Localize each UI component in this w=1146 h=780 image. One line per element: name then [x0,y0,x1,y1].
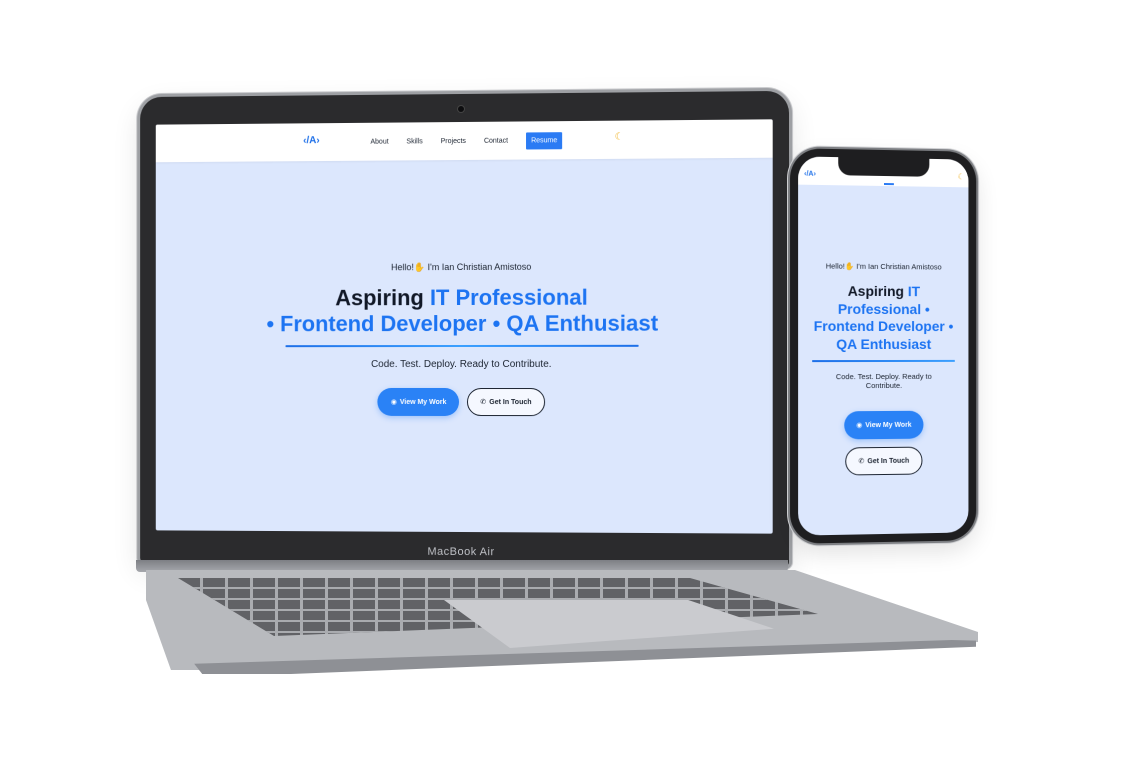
laptop-hero: Hello!✋ I'm Ian Christian Amistoso Aspir… [156,261,773,417]
phone-wave-icon: ✋ [844,261,855,271]
nav-link-skills[interactable]: Skills [407,138,423,145]
title-highlight: IT Professional [429,284,588,311]
menu-indicator[interactable] [884,183,894,186]
phone-view-my-work-label: View My Work [865,421,912,430]
phone-icon: ✆ [858,458,865,466]
laptop-brand-label: MacBook Air [427,545,495,559]
resume-button[interactable]: Resume [526,132,563,150]
phone-icon: ✆ [480,398,487,406]
phone-get-in-touch-label: Get In Touch [867,457,910,466]
device-mockup-stage: ‹/A› About Skills Projects Contact Resum… [0,0,1146,780]
wave-icon: ✋ [413,262,426,273]
phone-hero-tagline: Code. Test. Deploy. Ready to Contribute. [835,371,932,391]
hero-greeting: Hello!✋ I'm Ian Christian Amistoso [156,261,773,274]
phone-greeting-name: I'm Ian Christian Amistoso [854,261,942,272]
phone-screen: ‹/A› ☾ Hello!✋ I'm Ian Christian Amistos… [798,156,969,536]
laptop-navbar: ‹/A› About Skills Projects Contact Resum… [155,119,773,163]
phone-title-start: Aspiring [847,282,908,300]
phone-hero-title: Aspiring IT Professional • Frontend Deve… [809,283,958,354]
view-my-work-button[interactable]: ◉ View My Work [377,387,460,416]
greeting-name: I'm Ian Christian Amistoso [425,261,532,273]
nav-link-contact[interactable]: Contact [484,138,508,145]
phone-hero-buttons: ◉ View My Work ✆ Get In Touch [798,391,968,476]
site-logo[interactable]: ‹/A› [303,135,319,146]
phone-site-logo[interactable]: ‹/A› [804,171,816,178]
get-in-touch-label: Get In Touch [489,398,532,406]
nav-link-about[interactable]: About [370,139,388,146]
title-rest: • Frontend Developer • QA Enthusiast [266,310,659,337]
view-my-work-label: View My Work [399,398,447,406]
title-underline [285,344,639,348]
hero-title: Aspiring IT Professional • Frontend Deve… [156,284,773,337]
phone-view-my-work-button[interactable]: ◉ View My Work [844,410,924,440]
nav-links: About Skills Projects Contact Resume [370,132,563,151]
laptop-camera [458,105,464,113]
laptop-screen: ‹/A› About Skills Projects Contact Resum… [155,119,773,534]
hero-buttons: ◉ View My Work ✆ Get In Touch [156,387,773,417]
eye-icon: ◉ [856,422,863,430]
hero-tagline: Code. Test. Deploy. Ready to Contribute. [371,358,552,370]
phone-hero: Hello!✋ I'm Ian Christian Amistoso Aspir… [798,261,968,476]
laptop-lid: ‹/A› About Skills Projects Contact Resum… [140,90,790,567]
phone-greeting-hello: Hello! [825,261,845,271]
greeting-hello: Hello! [391,262,414,273]
nav-link-projects[interactable]: Projects [441,138,466,145]
phone-title-underline [812,359,955,362]
phone-frame: ‹/A› ☾ Hello!✋ I'm Ian Christian Amistos… [790,148,977,544]
eye-icon: ◉ [390,398,397,406]
phone-hero-greeting: Hello!✋ I'm Ian Christian Amistoso [798,261,968,272]
title-start: Aspiring [335,285,430,311]
get-in-touch-button[interactable]: ✆ Get In Touch [467,387,545,417]
moon-icon[interactable]: ☾ [615,132,624,143]
phone-get-in-touch-button[interactable]: ✆ Get In Touch [845,446,923,476]
phone-notch [838,157,930,177]
phone-moon-icon[interactable]: ☾ [958,172,965,181]
